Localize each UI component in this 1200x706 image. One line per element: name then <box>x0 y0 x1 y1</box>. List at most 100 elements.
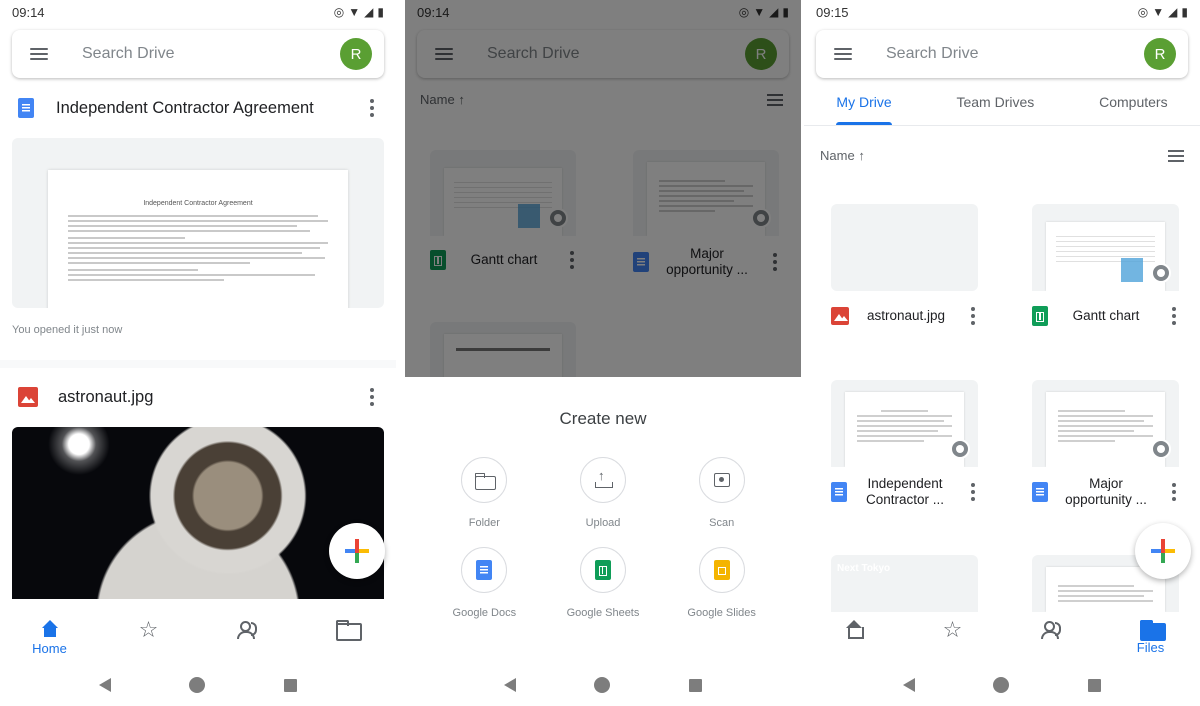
divider <box>0 360 396 368</box>
nav-files-label: Files <box>1136 640 1165 655</box>
back-icon[interactable] <box>903 678 916 692</box>
file-thumbnail[interactable] <box>831 380 978 467</box>
recent-item-title[interactable]: astronaut.jpg <box>58 388 362 407</box>
account-avatar[interactable]: R <box>340 38 372 70</box>
recents-icon[interactable] <box>688 678 702 692</box>
recents-icon[interactable] <box>283 678 297 692</box>
search-bar[interactable]: Search Drive R <box>12 30 384 78</box>
shared-icon <box>236 620 260 639</box>
nav-starred[interactable]: ☆ <box>918 612 988 641</box>
tab-computers[interactable]: Computers <box>1099 88 1167 125</box>
document-preview[interactable]: Independent Contractor Agreement <box>12 138 384 308</box>
file-thumbnail[interactable]: Next Tokyo <box>831 555 978 612</box>
more-options-icon[interactable] <box>963 306 983 326</box>
back-icon[interactable] <box>504 678 517 692</box>
more-options-icon[interactable] <box>963 482 983 502</box>
folder-icon <box>335 620 362 641</box>
list-view-icon[interactable] <box>1168 149 1184 162</box>
nav-files[interactable] <box>312 612 382 641</box>
system-home-icon[interactable] <box>189 677 206 693</box>
more-options-icon[interactable] <box>362 387 382 407</box>
modal-scrim[interactable] <box>405 0 801 377</box>
tab-my-drive[interactable]: My Drive <box>836 88 892 125</box>
docs-icon <box>1032 482 1048 502</box>
create-upload-button[interactable]: Upload <box>544 457 663 529</box>
create-new-sheet: Create new Folder Upload Scan Google Doc… <box>405 377 801 664</box>
status-time: 09:15 <box>816 4 849 20</box>
nav-files[interactable]: Files <box>1116 612 1186 655</box>
more-options-icon[interactable] <box>1164 482 1184 502</box>
nav-home-label: Home <box>32 641 67 656</box>
image-icon <box>18 387 38 407</box>
nav-home[interactable] <box>819 612 889 639</box>
more-options-icon[interactable] <box>1164 306 1184 326</box>
drive-tabs: My Drive Team Drives Computers <box>804 88 1200 126</box>
recents-icon[interactable] <box>1087 678 1101 692</box>
recent-item-title[interactable]: Independent Contractor Agreement <box>56 99 362 118</box>
menu-icon[interactable] <box>834 48 852 60</box>
create-option-label: Google Sheets <box>566 607 640 619</box>
system-navigation-bar <box>405 664 801 706</box>
document-page-thumbnail: Independent Contractor Agreement <box>48 170 348 308</box>
create-scan-button[interactable]: Scan <box>662 457 781 529</box>
more-options-icon[interactable] <box>362 98 382 118</box>
home-icon <box>845 620 864 639</box>
system-home-icon[interactable] <box>594 677 611 693</box>
create-google-slides-button[interactable]: Google Slides <box>662 547 781 619</box>
menu-icon[interactable] <box>30 48 48 60</box>
shared-badge-icon <box>950 439 970 459</box>
new-fab-button[interactable] <box>1135 523 1191 579</box>
nav-home[interactable]: Home <box>15 612 85 656</box>
sort-by-name[interactable]: Name ↑ <box>820 148 865 163</box>
system-home-icon[interactable] <box>993 677 1010 693</box>
tab-team-drives[interactable]: Team Drives <box>956 88 1034 125</box>
status-bar: 09:15 ◎ ▼ ◢ ▮ <box>804 0 1200 24</box>
phone-home-screen: 09:14 ◎ ▼ ◢ ▮ Search Drive R Independent… <box>0 0 396 706</box>
file-card-meta[interactable]: Gantt chart <box>1032 306 1184 326</box>
screen-gap <box>396 0 405 706</box>
create-google-sheets-button[interactable]: Google Sheets <box>544 547 663 619</box>
battery-icon: ▮ <box>1181 5 1188 19</box>
status-icons: ◎ ▼ ◢ ▮ <box>1138 5 1188 19</box>
phone-create-new-screen: 09:14 ◎ ▼ ◢ ▮ Search Drive R Name ↑ <box>405 0 801 706</box>
file-name: Gantt chart <box>1072 308 1140 323</box>
document-thumbnail <box>1046 392 1165 467</box>
file-card-meta[interactable]: astronaut.jpg <box>831 306 983 326</box>
nav-shared[interactable] <box>1017 612 1087 639</box>
file-name: Independent Contractor ... <box>865 476 945 507</box>
sort-label: Name <box>820 148 855 163</box>
sheet-title: Create new <box>559 409 647 428</box>
new-fab-button[interactable] <box>329 523 385 579</box>
camera-icon <box>713 473 730 487</box>
phone-my-drive-screen: 09:15 ◎ ▼ ◢ ▮ Search Drive R My Drive Te… <box>804 0 1200 706</box>
create-option-label: Scan <box>709 517 735 529</box>
recent-item-header[interactable]: Independent Contractor Agreement <box>18 93 382 123</box>
vibrate-icon: ◎ <box>1137 5 1149 19</box>
search-placeholder[interactable]: Search Drive <box>886 45 1144 63</box>
file-card-meta[interactable]: Independent Contractor ... <box>831 476 983 508</box>
wifi-icon: ▼ <box>1152 5 1165 19</box>
search-placeholder[interactable]: Search Drive <box>82 45 340 63</box>
system-navigation-bar <box>0 664 396 706</box>
create-google-docs-button[interactable]: Google Docs <box>425 547 544 619</box>
back-icon[interactable] <box>99 678 112 692</box>
astronaut-image-preview[interactable] <box>12 427 384 599</box>
search-bar[interactable]: Search Drive R <box>816 30 1188 78</box>
status-icons: ◎ ▼ ◢ ▮ <box>334 5 384 19</box>
create-folder-button[interactable]: Folder <box>425 457 544 529</box>
bottom-navigation: Home ☆ <box>0 612 396 664</box>
file-thumbnail[interactable] <box>831 204 978 291</box>
recent-item-header[interactable]: astronaut.jpg <box>18 382 382 412</box>
file-card-meta[interactable]: Major opportunity ... <box>1032 476 1184 508</box>
docs-icon <box>831 482 847 502</box>
sort-row: Name ↑ <box>820 148 1184 163</box>
nav-shared[interactable] <box>213 612 283 639</box>
sheets-icon <box>594 560 611 580</box>
nav-starred[interactable]: ☆ <box>114 612 184 641</box>
account-avatar[interactable]: R <box>1144 38 1176 70</box>
file-thumbnail[interactable] <box>1032 380 1179 467</box>
file-thumbnail[interactable] <box>1032 204 1179 291</box>
shared-badge-icon <box>1151 439 1171 459</box>
sheets-icon <box>1032 306 1048 326</box>
create-option-label: Google Slides <box>687 607 756 619</box>
